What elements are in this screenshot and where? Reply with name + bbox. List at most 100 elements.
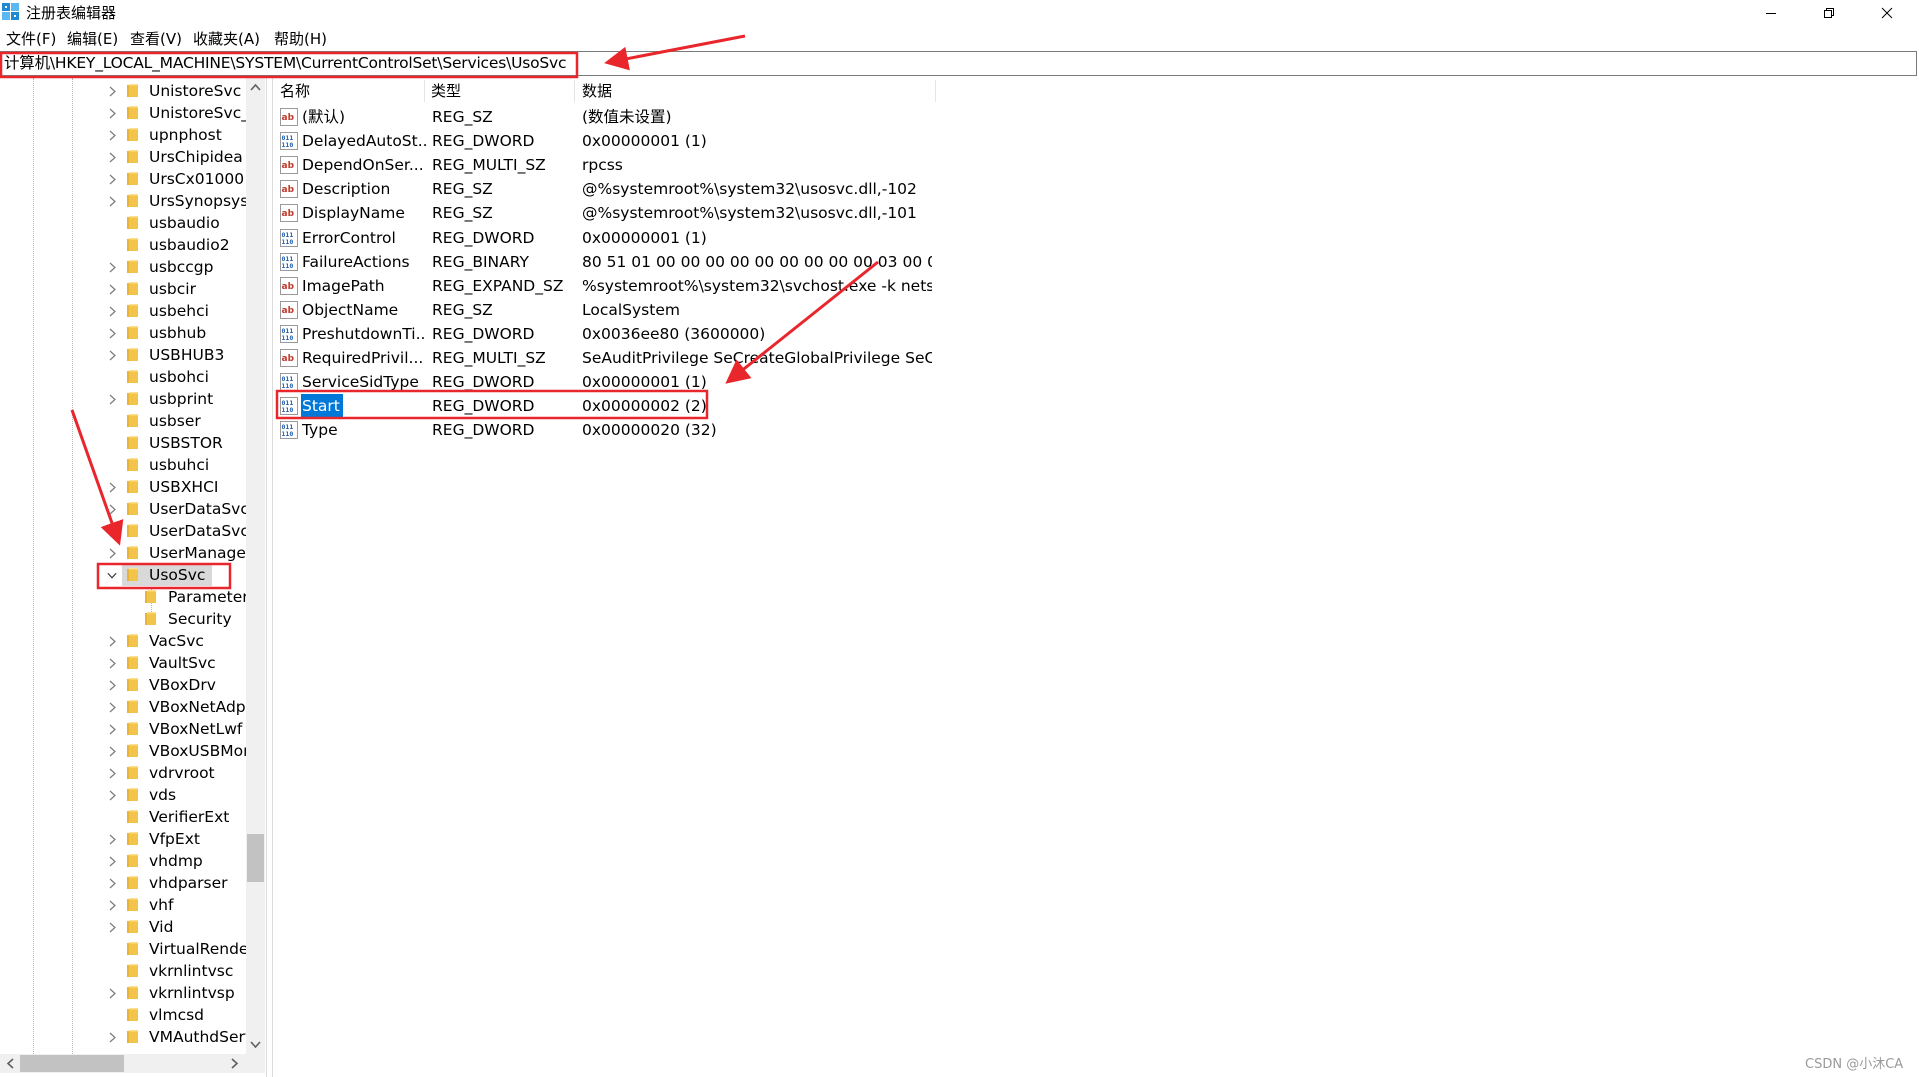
value-row[interactable]: 011 110 DelayedAutoSt... REG_DWORD 0x0000000…	[274, 129, 934, 153]
chevron-right-icon[interactable]	[107, 982, 117, 1004]
chevron-right-icon[interactable]	[107, 718, 117, 740]
tree-item[interactable]: usbhub	[0, 322, 246, 344]
menu-help[interactable]: 帮助(H)	[274, 28, 327, 50]
chevron-right-icon[interactable]	[107, 520, 117, 542]
chevron-right-icon[interactable]	[107, 916, 117, 938]
tree-item[interactable]: vhdmp	[0, 850, 246, 872]
chevron-right-icon[interactable]	[107, 784, 117, 806]
tree-item[interactable]: Parameters	[0, 586, 246, 608]
column-separator[interactable]	[424, 80, 425, 102]
tree-item[interactable]: VacSvc	[0, 630, 246, 652]
tree-item[interactable]: UnistoreSvc	[0, 80, 246, 102]
chevron-right-icon[interactable]	[107, 696, 117, 718]
minimize-button[interactable]	[1742, 0, 1800, 26]
column-separator[interactable]	[574, 80, 575, 102]
tree-item[interactable]: UnistoreSvc_	[0, 102, 246, 124]
scroll-up-icon[interactable]	[250, 83, 261, 91]
maximize-button[interactable]	[1800, 0, 1858, 26]
chevron-right-icon[interactable]	[107, 168, 117, 190]
key-tree[interactable]: UnistoreSvc UnistoreSvc_ upnphost UrsChipid…	[0, 78, 266, 1077]
column-separator[interactable]	[935, 80, 936, 102]
tree-item[interactable]: VirtualRender	[0, 938, 246, 960]
tree-item[interactable]: VaultSvc	[0, 652, 246, 674]
tree-item[interactable]: VBoxDrv	[0, 674, 246, 696]
tree-item[interactable]: upnphost	[0, 124, 246, 146]
tree-item[interactable]: vds	[0, 784, 246, 806]
tree-vertical-scroll-thumb[interactable]	[247, 834, 264, 882]
tree-item[interactable]: usbohci	[0, 366, 246, 388]
tree-item[interactable]: VerifierExt	[0, 806, 246, 828]
chevron-right-icon[interactable]	[107, 828, 117, 850]
menu-favorites[interactable]: 收藏夹(A)	[193, 28, 260, 50]
chevron-right-icon[interactable]	[107, 674, 117, 696]
column-header-name[interactable]: 名称	[280, 78, 310, 104]
tree-item[interactable]: VBoxNetLwf	[0, 718, 246, 740]
tree-item[interactable]: UrsCx01000	[0, 168, 246, 190]
address-bar[interactable]: 计算机\HKEY_LOCAL_MACHINE\SYSTEM\CurrentCon…	[0, 51, 1917, 76]
chevron-right-icon[interactable]	[107, 322, 117, 344]
tree-item[interactable]: vhf	[0, 894, 246, 916]
scroll-left-icon[interactable]	[6, 1058, 14, 1069]
value-row[interactable]: 011 110 ErrorControl REG_DWORD 0x00000001 (1…	[274, 226, 934, 250]
chevron-right-icon[interactable]	[107, 146, 117, 168]
chevron-right-icon[interactable]	[107, 102, 117, 124]
tree-item[interactable]: VMAuthdService	[0, 1026, 246, 1048]
chevron-right-icon[interactable]	[107, 498, 117, 520]
column-header-type[interactable]: 类型	[431, 78, 461, 104]
menu-edit[interactable]: 编辑(E)	[67, 28, 118, 50]
value-row[interactable]: 011 110 Start REG_DWORD 0x00000002 (2)	[274, 394, 934, 419]
scroll-down-icon[interactable]	[250, 1041, 261, 1049]
chevron-right-icon[interactable]	[107, 762, 117, 784]
chevron-right-icon[interactable]	[107, 652, 117, 674]
chevron-right-icon[interactable]	[107, 278, 117, 300]
value-row[interactable]: ab DependOnSer... REG_MULTI_SZ rpcss	[274, 153, 934, 177]
value-row[interactable]: 011 110 ServiceSidType REG_DWORD 0x00000001 …	[274, 370, 934, 394]
tree-item[interactable]: UserDataSvc	[0, 498, 246, 520]
column-header-data[interactable]: 数据	[582, 78, 612, 104]
value-list[interactable]: 名称 类型 数据 ab (默认) REG_SZ (数值未设置) 011 110 Delaye…	[274, 78, 1919, 1077]
tree-item[interactable]: UserManager	[0, 542, 246, 564]
menu-file[interactable]: 文件(F)	[6, 28, 56, 50]
pane-splitter[interactable]	[266, 78, 273, 1077]
value-row[interactable]: 011 110 PreshutdownTi... REG_DWORD 0x0036ee8…	[274, 322, 934, 346]
tree-item[interactable]: UserDataSvc_	[0, 520, 246, 542]
tree-item[interactable]: UrsChipidea	[0, 146, 246, 168]
tree-item[interactable]: VBoxUSBMon	[0, 740, 246, 762]
tree-horizontal-scroll-thumb[interactable]	[20, 1055, 124, 1072]
value-row[interactable]: ab DisplayName REG_SZ @%systemroot%\system3…	[274, 201, 934, 225]
tree-item[interactable]: usbuhci	[0, 454, 246, 476]
tree-item[interactable]: USBXHCI	[0, 476, 246, 498]
chevron-right-icon[interactable]	[107, 124, 117, 146]
tree-item[interactable]: usbccgp	[0, 256, 246, 278]
chevron-right-icon[interactable]	[107, 80, 117, 102]
tree-item[interactable]: Security	[0, 608, 246, 630]
value-row[interactable]: ab ObjectName REG_SZ LocalSystem	[274, 298, 934, 322]
tree-item[interactable]: usbprint	[0, 388, 246, 410]
close-button[interactable]	[1858, 0, 1916, 26]
tree-item[interactable]: vkrnlintvsp	[0, 982, 246, 1004]
tree-item[interactable]: vdrvroot	[0, 762, 246, 784]
chevron-right-icon[interactable]	[107, 388, 117, 410]
chevron-right-icon[interactable]	[107, 630, 117, 652]
tree-item[interactable]: usbaudio2	[0, 234, 246, 256]
chevron-right-icon[interactable]	[107, 542, 117, 564]
chevron-right-icon[interactable]	[107, 872, 117, 894]
chevron-right-icon[interactable]	[107, 1026, 117, 1048]
tree-item[interactable]: USBHUB3	[0, 344, 246, 366]
value-row[interactable]: ab RequiredPrivil... REG_MULTI_SZ SeAuditPr…	[274, 346, 934, 370]
tree-item[interactable]: usbehci	[0, 300, 246, 322]
value-row[interactable]: 011 110 Type REG_DWORD 0x00000020 (32)	[274, 418, 934, 442]
tree-item[interactable]: vlmcsd	[0, 1004, 246, 1026]
chevron-right-icon[interactable]	[107, 894, 117, 916]
tree-item[interactable]: USBSTOR	[0, 432, 246, 454]
value-row[interactable]: ab Description REG_SZ @%systemroot%\system3…	[274, 177, 934, 201]
chevron-down-icon[interactable]	[107, 564, 117, 586]
value-row[interactable]: ab ImagePath REG_EXPAND_SZ %systemroot%\sys…	[274, 274, 934, 298]
tree-item[interactable]: UsoSvc	[0, 564, 246, 586]
menu-view[interactable]: 查看(V)	[130, 28, 182, 50]
scroll-right-icon[interactable]	[231, 1058, 239, 1069]
tree-item[interactable]: usbcir	[0, 278, 246, 300]
value-row[interactable]: ab (默认) REG_SZ (数值未设置)	[274, 105, 934, 129]
chevron-right-icon[interactable]	[107, 344, 117, 366]
tree-item[interactable]: vhdparser	[0, 872, 246, 894]
